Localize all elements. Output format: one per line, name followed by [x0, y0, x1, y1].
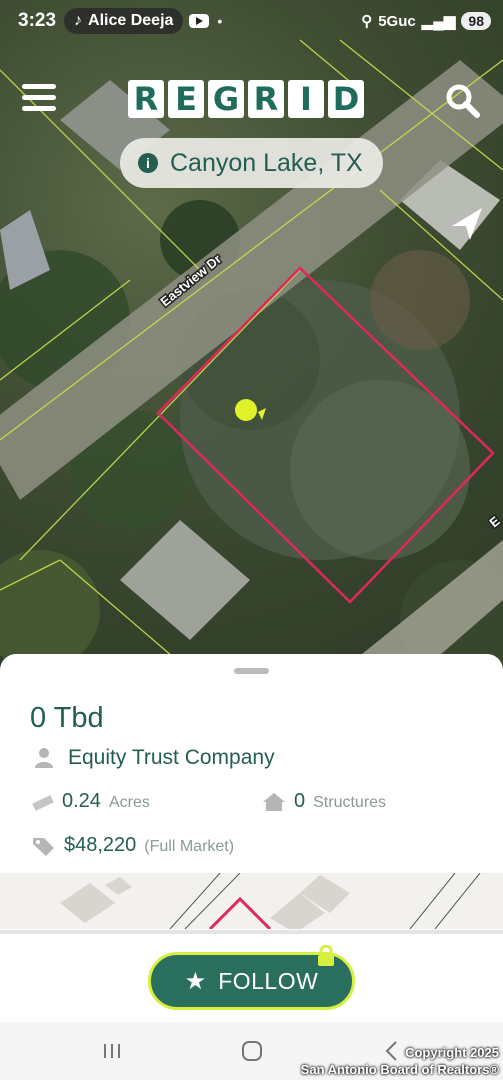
- regrid-logo: R E G R I D: [128, 80, 364, 118]
- logo-letter: R: [248, 80, 284, 118]
- copyright-line1: Copyright 2025: [405, 1045, 499, 1060]
- signal-icon: ▂▄▆: [421, 13, 456, 30]
- search-icon[interactable]: [444, 82, 482, 120]
- owner-name: Equity Trust Company: [68, 746, 275, 769]
- home-icon[interactable]: [237, 1036, 267, 1066]
- price-note: (Full Market): [144, 838, 235, 855]
- acres-unit: Acres: [108, 794, 150, 811]
- follow-button[interactable]: ★ FOLLOW: [148, 945, 355, 1010]
- notification-dot-icon: •: [217, 13, 223, 29]
- status-time: 3:23: [18, 10, 57, 31]
- recent-apps-icon[interactable]: [98, 1036, 128, 1066]
- price-value: $48,220: [64, 834, 137, 856]
- location-chip[interactable]: i Canyon Lake, TX: [120, 138, 383, 188]
- notification-text: Alice Deeja: [88, 12, 174, 29]
- structures-value: 0: [294, 790, 306, 812]
- price-stat: $48,220 (Full Market): [32, 834, 234, 857]
- drag-handle[interactable]: [234, 668, 269, 674]
- info-icon: i: [138, 153, 158, 173]
- acres-value: 0.24: [62, 790, 101, 812]
- logo-letter: E: [168, 80, 204, 118]
- hamburger-menu-icon[interactable]: [22, 84, 56, 114]
- location-label: Canyon Lake, TX: [170, 148, 363, 177]
- structures-stat: 0 Structures: [262, 790, 386, 813]
- location-pin-icon: ⚲: [361, 13, 373, 30]
- copyright-line2: San Antonio Board of Realtors®: [300, 1062, 499, 1077]
- status-bar: 3:23 ♪ Alice Deeja • ⚲ 5Guc ▂▄▆ 98: [0, 0, 503, 42]
- parcel-address: 0 Tbd: [30, 702, 104, 734]
- person-icon: [35, 748, 53, 768]
- star-icon: ★: [184, 967, 207, 995]
- status-indicators: ⚲ 5Guc ▂▄▆ 98: [361, 12, 491, 30]
- music-note-icon: ♪: [74, 12, 83, 29]
- network-type: 5Guc: [378, 12, 416, 30]
- youtube-icon: [189, 14, 210, 28]
- house-icon: [263, 792, 285, 811]
- price-tag-icon: [33, 837, 54, 856]
- structures-unit: Structures: [313, 794, 387, 811]
- copyright-watermark: Copyright 2025 San Antonio Board of Real…: [301, 1044, 499, 1078]
- owner-row: Equity Trust Company: [34, 746, 275, 770]
- logo-letter: D: [328, 80, 364, 118]
- logo-letter: I: [288, 80, 324, 118]
- ruler-icon: [32, 794, 54, 811]
- logo-letter: G: [208, 80, 244, 118]
- lock-icon: [318, 945, 334, 966]
- battery-level: 98: [461, 12, 491, 30]
- parcel-mini-map: [0, 873, 503, 929]
- street-label-2: E: [486, 513, 502, 530]
- follow-label: FOLLOW: [218, 967, 319, 994]
- follow-bar: ★ FOLLOW: [0, 930, 503, 1022]
- navigation-arrow-icon[interactable]: [446, 204, 486, 244]
- acres-stat: 0.24 Acres: [32, 790, 150, 813]
- logo-letter: R: [128, 80, 164, 118]
- media-notification[interactable]: ♪ Alice Deeja: [64, 8, 184, 34]
